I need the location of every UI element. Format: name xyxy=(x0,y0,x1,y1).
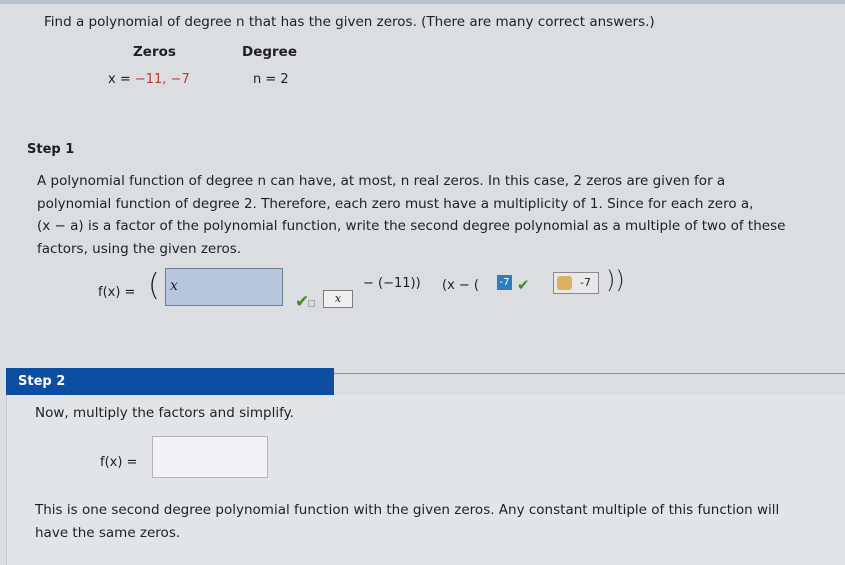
step1-title: Step 1 xyxy=(27,142,75,157)
paragraph-line: (x − a) is a factor of the polynomial fu… xyxy=(37,218,786,234)
check-icon-2: ✔ xyxy=(517,276,530,294)
question-text: Find a polynomial of degree n that has t… xyxy=(44,14,655,30)
step1-math-row: f(x) = ( x ✔ x − (−11)) (x − ( -7 ✔ -7 )… xyxy=(98,266,658,318)
close-parens: )) xyxy=(606,266,625,294)
degree-value: n = 2 xyxy=(253,72,289,87)
math-palette-button[interactable]: x xyxy=(323,290,353,308)
step2-instruction: Now, multiply the factors and simplify. xyxy=(35,405,294,421)
top-divider xyxy=(0,0,845,4)
final-line: have the same zeros. xyxy=(35,525,181,541)
zeros-numbers: −11, −7 xyxy=(134,72,190,87)
zeros-prefix: x = xyxy=(108,72,135,87)
fx-label-2: f(x) = xyxy=(100,455,138,470)
final-line: This is one second degree polynomial fun… xyxy=(35,502,780,518)
step1-paragraph: A polynomial function of degree n can ha… xyxy=(37,170,837,260)
minus-term: − (−11)) xyxy=(363,276,421,291)
second-factor: (x − ( xyxy=(442,278,479,293)
key-icon xyxy=(557,276,572,290)
step2-divider xyxy=(334,373,845,374)
cursor-dot xyxy=(308,300,315,307)
step2-title: Step 2 xyxy=(18,374,66,389)
paragraph-line: factors, using the given zeros. xyxy=(37,240,242,257)
key-value: -7 xyxy=(580,276,591,289)
paragraph-line: polynomial function of degree 2. Therefo… xyxy=(37,195,754,212)
answer-input-step2[interactable] xyxy=(152,436,268,478)
degree-header: Degree xyxy=(242,44,297,60)
final-paragraph: This is one second degree polynomial fun… xyxy=(35,499,840,545)
answer-input-1[interactable]: x xyxy=(165,268,283,306)
fx-label: f(x) = xyxy=(98,285,136,300)
paragraph-line: A polynomial function of degree n can ha… xyxy=(37,173,726,189)
answer-key-box[interactable]: -7 xyxy=(553,272,599,294)
zeros-value: x = −11, −7 xyxy=(108,72,190,87)
zeros-header: Zeros xyxy=(133,44,176,60)
open-paren: ( xyxy=(148,268,160,303)
answer-box-2[interactable]: -7 xyxy=(497,275,512,290)
